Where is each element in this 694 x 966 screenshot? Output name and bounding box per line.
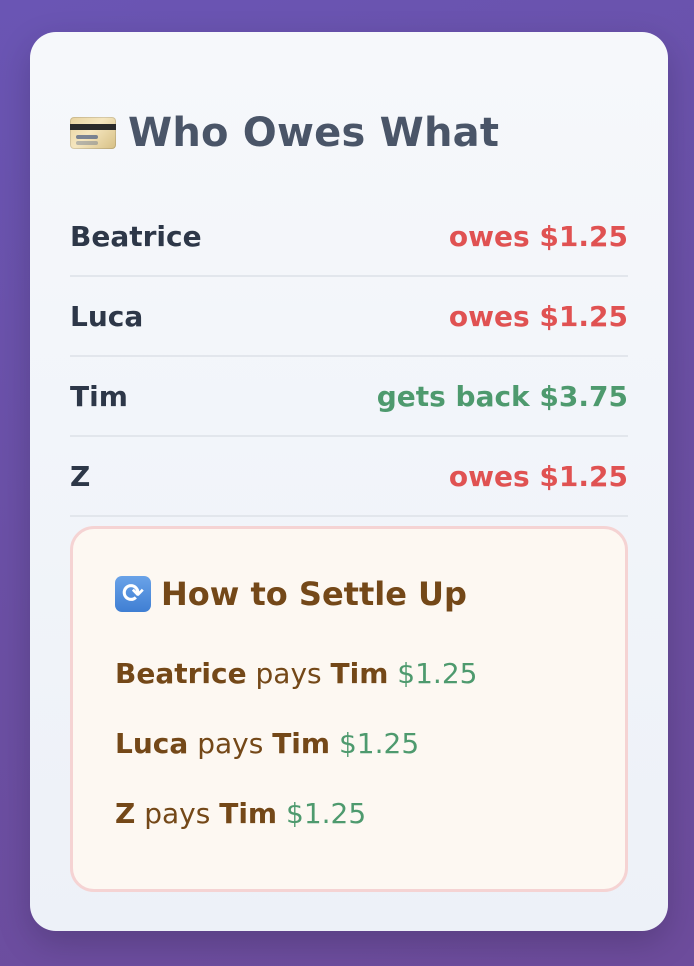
payer-name: Luca [115,727,189,760]
page-title: Who Owes What [128,110,500,156]
title-row: Who Owes What [70,110,499,156]
balance-row: Luca owes $1.25 [70,277,628,357]
payment-line: Beatrice pays Tim $1.25 [115,657,477,690]
person-name: Luca [70,299,144,333]
pays-verb: pays [255,657,322,690]
payer-name: Z [115,797,136,830]
settle-title: How to Settle Up [161,575,467,613]
payment-amount: $1.25 [397,657,478,690]
person-name: Z [70,459,91,493]
payee-name: Tim [330,657,389,690]
balance-row: Beatrice owes $1.25 [70,197,628,277]
balance-list: Beatrice owes $1.25 Luca owes $1.25 Tim … [70,197,628,517]
pays-verb: pays [144,797,211,830]
person-name: Beatrice [70,219,202,253]
balance-row: Z owes $1.25 [70,437,628,517]
balance-row: Tim gets back $3.75 [70,357,628,437]
balance-amount: owes $1.25 [448,459,628,493]
balance-amount: owes $1.25 [448,299,628,333]
payee-name: Tim [219,797,278,830]
settle-title-row: ⟳ How to Settle Up [115,575,467,613]
payment-amount: $1.25 [338,727,420,760]
credit-card-icon [70,117,116,149]
payment-amount: $1.25 [286,797,367,830]
who-owes-what-card: Who Owes What Beatrice owes $1.25 Luca o… [30,32,668,931]
person-name: Tim [70,379,128,413]
payer-name: Beatrice [115,657,247,690]
pays-verb: pays [197,727,264,760]
balance-amount: owes $1.25 [448,219,628,253]
refresh-icon: ⟳ [115,576,151,612]
settle-up-box: ⟳ How to Settle Up Beatrice pays Tim $1.… [70,526,628,892]
balance-amount: gets back $3.75 [376,379,628,413]
payee-name: Tim [272,727,331,760]
payment-line: Z pays Tim $1.25 [115,797,366,830]
payment-line: Luca pays Tim $1.25 [115,727,419,760]
